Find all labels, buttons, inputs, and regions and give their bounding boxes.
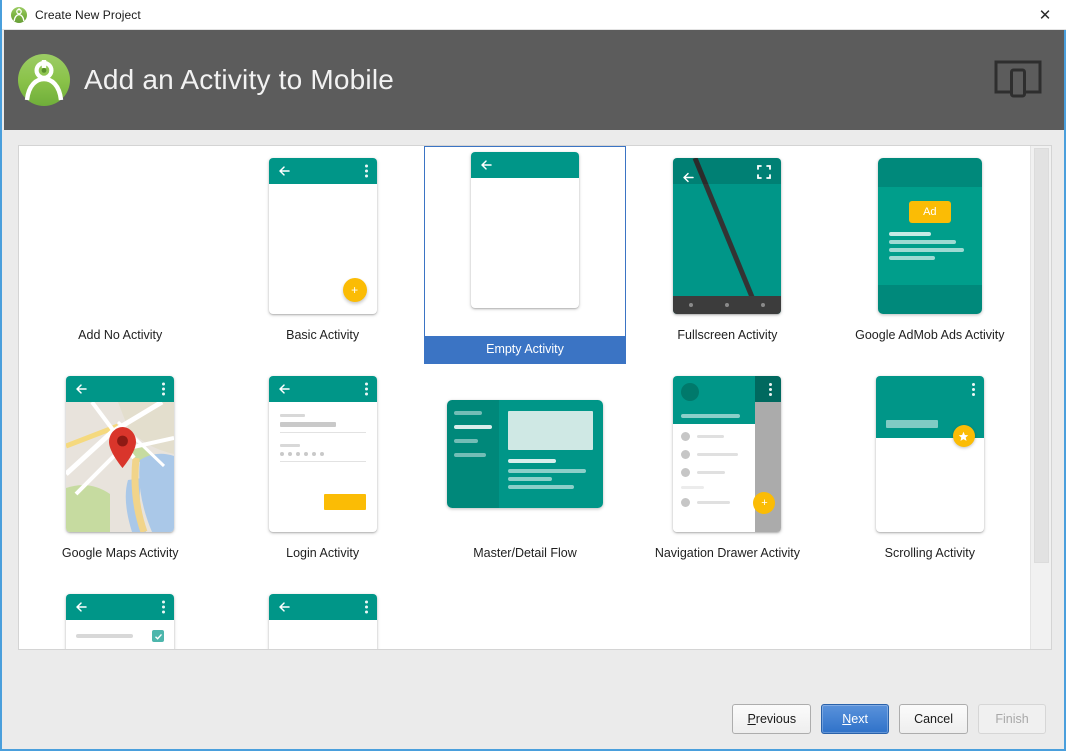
activity-card-settings-activity[interactable] (19, 582, 221, 649)
finish-button: Finish (978, 704, 1046, 734)
previous-button[interactable]: Previous (732, 704, 811, 734)
activity-card-empty-activity[interactable]: Empty Activity (424, 146, 626, 364)
fullscreen-expand-icon (757, 165, 771, 179)
back-arrow-icon (278, 601, 291, 614)
window-title: Create New Project (35, 8, 141, 22)
overflow-menu-icon (365, 383, 368, 396)
thumbnail-empty (425, 147, 625, 327)
activity-card-label: Navigation Drawer Activity (626, 544, 828, 560)
overflow-menu-icon (162, 383, 165, 396)
dialog-content: Add No Activity (4, 130, 1064, 689)
dialog-footer: Previous Next Cancel Finish (4, 689, 1064, 749)
floating-action-button-icon: + (343, 278, 367, 302)
activity-card-label: Login Activity (221, 544, 423, 560)
map-graphic (66, 402, 174, 532)
back-arrow-icon (75, 383, 88, 396)
next-button-label: Next (842, 712, 868, 726)
activity-card-navigation-drawer-activity[interactable]: + Navigation Drawer Activity (626, 364, 828, 582)
activity-card-scrolling-activity[interactable]: Scrolling Activity (829, 364, 1031, 582)
overflow-menu-icon (365, 601, 368, 614)
vertical-scrollbar[interactable] (1030, 146, 1051, 649)
create-new-project-dialog: Create New Project ✕ Add an Activity to … (0, 0, 1066, 751)
previous-button-label: Previous (747, 712, 796, 726)
overflow-menu-icon (972, 383, 975, 396)
thumbnail-fullscreen (626, 146, 828, 326)
activity-card-label: Master/Detail Flow (424, 544, 626, 560)
activity-row: Google Maps Activity (19, 364, 1031, 582)
android-studio-icon (11, 7, 27, 23)
back-arrow-icon (278, 165, 291, 178)
login-button-graphic (324, 494, 366, 510)
activity-card-login-activity[interactable]: Login Activity (221, 364, 423, 582)
dialog-header: Add an Activity to Mobile (4, 30, 1064, 130)
thumbnail-maps (19, 364, 221, 544)
thumbnail-tabbed (221, 582, 423, 649)
thumbnail-scrolling (829, 364, 1031, 544)
overflow-menu-icon (162, 601, 165, 614)
checkbox-icon (152, 630, 164, 642)
activity-card-tabbed-activity[interactable] (221, 582, 423, 649)
scrollbar-thumb[interactable] (1034, 148, 1049, 563)
activity-card-basic-activity[interactable]: + Basic Activity (221, 146, 423, 364)
back-arrow-icon (75, 601, 88, 614)
thumbnail-admob: Ad (829, 146, 1031, 326)
page-title: Add an Activity to Mobile (84, 64, 394, 96)
thumbnail-none (19, 146, 221, 326)
thumbnail-masterdetail (424, 364, 626, 544)
thumbnail-basic: + (221, 146, 423, 326)
thumbnail-login (221, 364, 423, 544)
overflow-menu-icon (769, 383, 772, 396)
activity-template-panel: Add No Activity (18, 145, 1052, 650)
star-fab-icon (953, 425, 975, 447)
activity-card-label: Basic Activity (221, 326, 423, 342)
next-button[interactable]: Next (821, 704, 889, 734)
activity-grid: Add No Activity (19, 146, 1031, 649)
activity-card-label: Fullscreen Activity (626, 326, 828, 342)
activity-card-fullscreen-activity[interactable]: Fullscreen Activity (626, 146, 828, 364)
activity-card-label: Scrolling Activity (829, 544, 1031, 560)
activity-card-label: Add No Activity (19, 326, 221, 342)
activity-card-admob-activity[interactable]: Ad Google AdMob Ads Activity (829, 146, 1031, 364)
back-arrow-icon (480, 159, 493, 172)
finish-button-label: Finish (995, 712, 1028, 726)
activity-card-placeholder (424, 582, 626, 649)
activity-card-google-maps-activity[interactable]: Google Maps Activity (19, 364, 221, 582)
activity-grid-scroll[interactable]: Add No Activity (19, 146, 1031, 649)
android-studio-logo (18, 54, 70, 106)
activity-row-partial (19, 582, 1031, 649)
close-icon[interactable]: ✕ (1022, 0, 1066, 29)
window-titlebar: Create New Project ✕ (2, 0, 1066, 30)
activity-card-label: Empty Activity (425, 336, 625, 363)
ad-badge: Ad (909, 201, 951, 223)
cancel-button[interactable]: Cancel (899, 704, 968, 734)
activity-card-label: Google AdMob Ads Activity (829, 326, 1031, 342)
android-navbar (673, 296, 781, 314)
password-dots (280, 452, 366, 456)
back-arrow-icon (682, 171, 695, 184)
activity-row: Add No Activity (19, 146, 1031, 364)
back-arrow-icon (278, 383, 291, 396)
mobile-device-icon (994, 59, 1042, 101)
thumbnail-settings (19, 582, 221, 649)
activity-card-label: Google Maps Activity (19, 544, 221, 560)
cancel-button-label: Cancel (914, 712, 953, 726)
activity-card-placeholder (626, 582, 828, 649)
activity-card-master-detail-flow[interactable]: Master/Detail Flow (424, 364, 626, 582)
activity-card-placeholder (829, 582, 1031, 649)
activity-card-add-no-activity[interactable]: Add No Activity (19, 146, 221, 364)
avatar (681, 383, 699, 401)
overflow-menu-icon (365, 165, 368, 178)
thumbnail-navdrawer: + (626, 364, 828, 544)
titlebar-left-group: Create New Project (2, 7, 141, 23)
